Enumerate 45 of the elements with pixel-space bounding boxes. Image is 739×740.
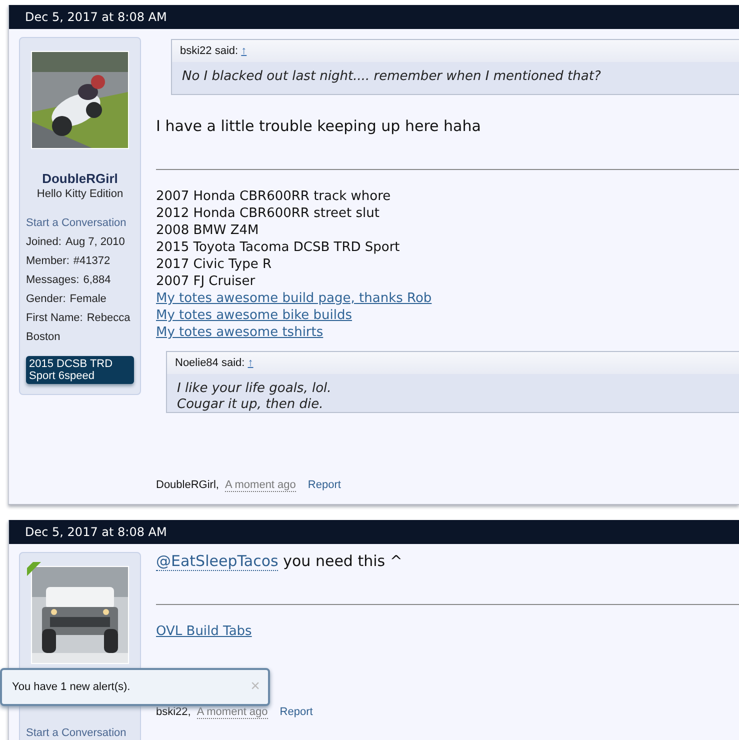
message-text: I have a little trouble keeping up here haha [156, 117, 482, 135]
stat-label: Joined: [26, 236, 62, 248]
quote-text: I like your life goals, lol. [177, 381, 332, 397]
signature-link[interactable]: My totes awesome tshirts [156, 324, 739, 341]
start-conversation-link[interactable]: Start a Conversation [26, 217, 140, 229]
start-conversation-link[interactable]: Start a Conversation [26, 727, 140, 739]
signature-link[interactable]: My totes awesome bike builds [156, 307, 739, 324]
stat-value: 6,884 [83, 274, 111, 286]
stat-label: Messages: [26, 274, 80, 286]
stat-value: #41372 [73, 255, 110, 267]
jump-link[interactable]: ↑ [241, 45, 247, 57]
stat-label: Member: [26, 255, 70, 267]
stat-value: Rebecca [86, 312, 130, 324]
signature-text: 2008 BMW Z4M [156, 222, 260, 239]
report-link[interactable]: Report [308, 479, 341, 492]
alert-message: You have 1 new alert(s). [12, 681, 130, 693]
quote-text: Cougar it up, then die. [177, 397, 324, 412]
stat-value: Female [70, 293, 106, 305]
user-location: Boston [26, 331, 60, 343]
signature-link[interactable]: OVL Build Tabs [156, 623, 739, 640]
jump-link[interactable]: ↑ [248, 357, 254, 369]
signature-text: 2007 Honda CBR600RR track whore [156, 188, 392, 205]
online-indicator-icon [27, 562, 41, 576]
report-link[interactable]: Report [280, 706, 313, 719]
signature-text: 2017 Civic Type R [156, 256, 273, 273]
user-title: Hello Kitty Edition [36, 188, 124, 200]
mention-link[interactable]: @EatSleepTacos [156, 552, 278, 571]
username-link[interactable]: DoubleRGirl [20, 171, 140, 186]
stat-value: Aug 7, 2010 [65, 236, 125, 248]
user-banner: 2015 DCSB TRD Sport 6speed [26, 356, 134, 384]
signature-text: 2012 Honda CBR600RR street slut [156, 205, 380, 222]
signature-text: 2007 FJ Cruiser [156, 273, 256, 290]
signature-link[interactable]: My totes awesome build page, thanks Rob [156, 290, 739, 307]
stat-label: Gender: [26, 293, 66, 305]
post-time: A moment ago [224, 479, 296, 492]
post-date: Dec 5, 2017 at 8:08 AM [25, 525, 167, 539]
signature-text: 2015 Toyota Tacoma DCSB TRD Sport [156, 239, 401, 256]
stat-label: First Name: [26, 312, 83, 324]
author-name[interactable]: bski22, [156, 706, 191, 719]
quote-text: No I blacked out last night.... remember when I mentioned that? [182, 69, 602, 85]
author-name[interactable]: DoubleRGirl, [156, 479, 219, 492]
quote-attribution: bski22 said: [180, 45, 238, 57]
quote-attribution: Noelie84 said: [175, 357, 245, 369]
post-date: Dec 5, 2017 at 8:08 AM [25, 10, 167, 24]
message-text: you need this ^ [283, 552, 402, 570]
